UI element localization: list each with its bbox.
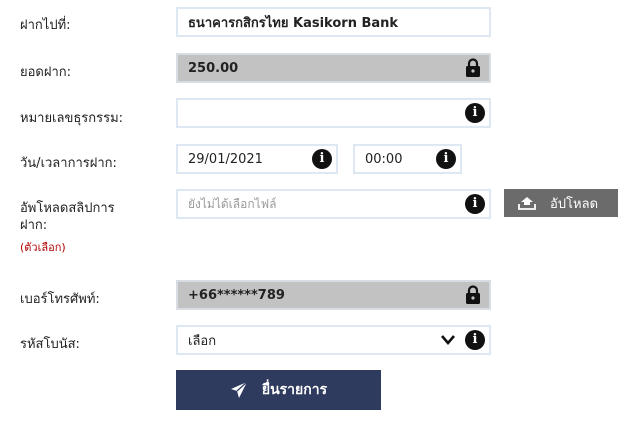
promo-label: รหัสโบนัส: bbox=[20, 337, 80, 352]
date-info-icon[interactable]: i bbox=[312, 149, 332, 169]
date-value: 29/01/2021 bbox=[188, 151, 263, 167]
file-input[interactable]: ยังไม่ได้เลือกไฟล์ bbox=[176, 189, 491, 219]
upload-label-line2: ฝาก: bbox=[20, 218, 48, 233]
upload-icon bbox=[518, 196, 536, 210]
amount-value: 250.00 bbox=[188, 60, 239, 76]
promo-info-icon[interactable]: i bbox=[465, 330, 485, 350]
amount-label: ยอดฝาก: bbox=[20, 65, 72, 80]
send-icon bbox=[230, 381, 248, 399]
phone-field: +66******789 bbox=[176, 280, 491, 310]
lock-icon bbox=[465, 58, 481, 78]
amount-field: 250.00 bbox=[176, 53, 491, 83]
promo-selected: เลือก bbox=[188, 333, 217, 349]
reference-label: หมายเลขธุรกรรม: bbox=[20, 111, 124, 126]
phone-label: เบอร์โทรศัพท์: bbox=[20, 292, 100, 307]
optional-note: (ตัวเลือก) bbox=[20, 241, 66, 254]
reference-input[interactable] bbox=[176, 98, 491, 128]
info-icon[interactable]: i bbox=[465, 103, 485, 123]
deposit-to-label: ฝากไปที่: bbox=[20, 18, 71, 33]
chevron-down-icon[interactable] bbox=[440, 334, 456, 346]
file-placeholder: ยังไม่ได้เลือกไฟล์ bbox=[188, 196, 277, 211]
time-info-icon[interactable]: i bbox=[436, 149, 456, 169]
upload-button-label: อัปโหลด bbox=[550, 196, 599, 212]
phone-lock-icon bbox=[465, 285, 481, 305]
submit-button-label: ยื่นรายการ bbox=[261, 382, 328, 398]
deposit-to-value: ธนาคารกสิกรไทย Kasikorn Bank bbox=[188, 15, 399, 31]
deposit-to-field: ธนาคารกสิกรไทย Kasikorn Bank bbox=[176, 7, 491, 37]
datetime-label: วัน/เวลาการฝาก: bbox=[20, 156, 117, 171]
time-value: 00:00 bbox=[365, 151, 403, 167]
phone-value: +66******789 bbox=[188, 287, 285, 303]
upload-info-icon[interactable]: i bbox=[465, 194, 485, 214]
submit-button[interactable]: ยื่นรายการ bbox=[176, 370, 381, 410]
upload-button[interactable]: อัปโหลด bbox=[504, 189, 618, 217]
